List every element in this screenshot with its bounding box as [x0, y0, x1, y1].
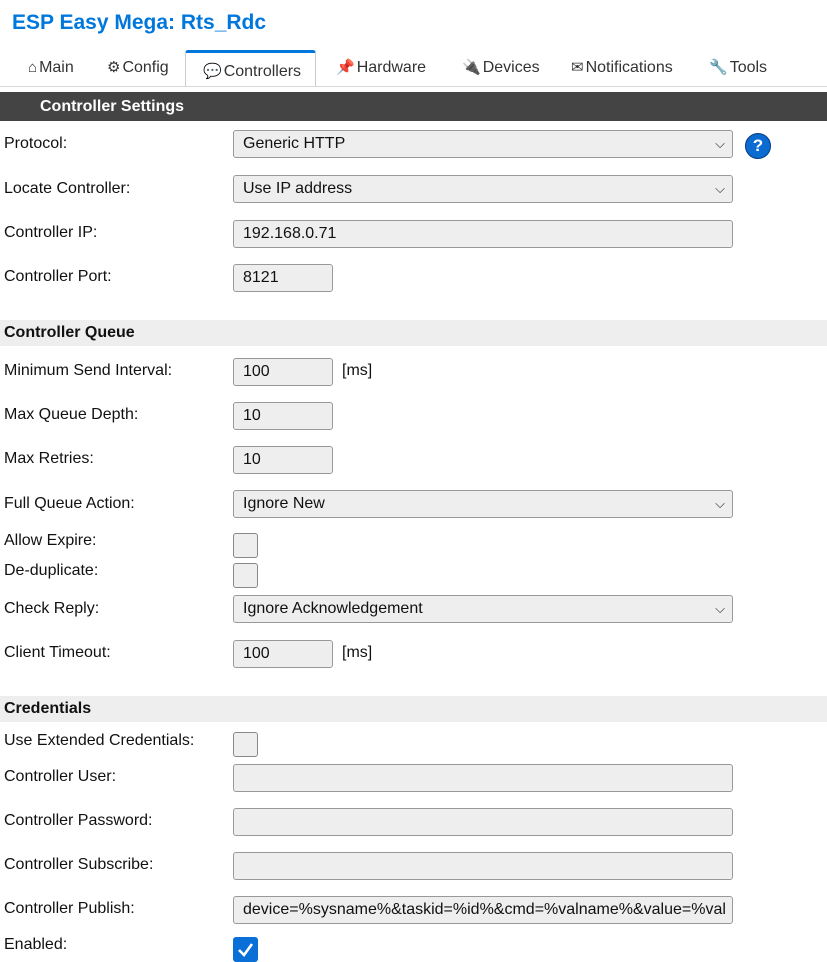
min-send-unit: [ms]	[342, 362, 373, 379]
controller-password-label: Controller Password:	[4, 812, 153, 829]
extended-credentials-checkbox[interactable]	[233, 732, 258, 757]
checkmark-icon	[238, 943, 254, 957]
min-send-label: Minimum Send Interval:	[4, 362, 173, 379]
full-action-label: Full Queue Action:	[4, 495, 135, 512]
check-reply-label: Check Reply:	[4, 600, 100, 617]
controller-user-label: Controller User:	[4, 768, 117, 785]
protocol-label: Protocol:	[4, 135, 68, 152]
home-icon: ⌂	[28, 59, 38, 76]
controller-subscribe-label: Controller Subscribe:	[4, 856, 154, 873]
tab-config[interactable]: ⚙ Config	[107, 50, 169, 86]
chevron-down-icon: ⌵	[715, 136, 725, 151]
tab-hardware[interactable]: 📌 Hardware	[336, 50, 426, 86]
tab-bar: ⌂ Main ⚙ Config 💬 Controllers 📌 Hardware 🔌 De…	[0, 50, 827, 88]
enabled-label: Enabled:	[4, 936, 68, 953]
section-header: Controller Settings	[0, 92, 827, 121]
client-timeout-input[interactable]: 100	[233, 640, 333, 668]
tab-tools[interactable]: 🔧 Tools	[709, 50, 767, 86]
controller-port-input[interactable]: 8121	[233, 264, 333, 292]
allow-expire-label: Allow Expire:	[4, 532, 97, 549]
enabled-checkbox[interactable]	[233, 937, 258, 962]
envelope-icon: ✉	[571, 59, 584, 76]
tab-notifications[interactable]: ✉ Notifications	[571, 50, 673, 86]
max-retries-input[interactable]: 10	[233, 446, 333, 474]
queue-section-header: Controller Queue	[0, 320, 827, 346]
extended-credentials-label: Use Extended Credentials:	[4, 732, 195, 749]
tab-devices[interactable]: 🔌 Devices	[462, 50, 540, 86]
controller-user-input[interactable]	[233, 764, 733, 792]
wrench-icon: 🔧	[709, 59, 728, 76]
plug-icon: 🔌	[462, 59, 481, 76]
min-send-input[interactable]: 100	[233, 358, 333, 386]
allow-expire-checkbox[interactable]	[233, 533, 258, 558]
check-reply-select[interactable]: Ignore Acknowledgement ⌵	[233, 595, 733, 623]
controller-ip-input[interactable]: 192.168.0.71	[233, 220, 733, 248]
chevron-down-icon: ⌵	[715, 181, 725, 196]
ip-label: Controller IP:	[4, 224, 98, 241]
help-icon[interactable]: ?	[745, 133, 771, 159]
dedup-checkbox[interactable]	[233, 563, 258, 588]
full-action-select[interactable]: Ignore New ⌵	[233, 490, 733, 518]
locate-select[interactable]: Use IP address ⌵	[233, 175, 733, 203]
controller-password-input[interactable]	[233, 808, 733, 836]
speech-bubble-icon: 💬	[203, 63, 222, 80]
gear-icon: ⚙	[107, 59, 121, 76]
port-label: Controller Port:	[4, 268, 112, 285]
tab-controllers[interactable]: 💬 Controllers	[185, 50, 316, 86]
controller-subscribe-input[interactable]	[233, 852, 733, 880]
tab-main[interactable]: ⌂ Main	[28, 50, 74, 86]
client-timeout-label: Client Timeout:	[4, 644, 111, 661]
tab-underline	[0, 86, 827, 87]
credentials-section-header: Credentials	[0, 696, 827, 722]
max-retries-label: Max Retries:	[4, 450, 94, 467]
client-timeout-unit: [ms]	[342, 644, 373, 661]
page-title: ESP Easy Mega: Rts_Rdc	[12, 11, 267, 34]
max-depth-label: Max Queue Depth:	[4, 406, 139, 423]
controller-publish-input[interactable]: device=%sysname%&taskid=%id%&cmd=%valnam…	[233, 896, 733, 924]
dedup-label: De-duplicate:	[4, 562, 99, 579]
max-depth-input[interactable]: 10	[233, 402, 333, 430]
locate-label: Locate Controller:	[4, 180, 131, 197]
protocol-select[interactable]: Generic HTTP ⌵	[233, 130, 733, 158]
controller-publish-label: Controller Publish:	[4, 900, 135, 917]
chevron-down-icon: ⌵	[715, 496, 725, 511]
pushpin-icon: 📌	[336, 59, 355, 76]
chevron-down-icon: ⌵	[715, 601, 725, 616]
